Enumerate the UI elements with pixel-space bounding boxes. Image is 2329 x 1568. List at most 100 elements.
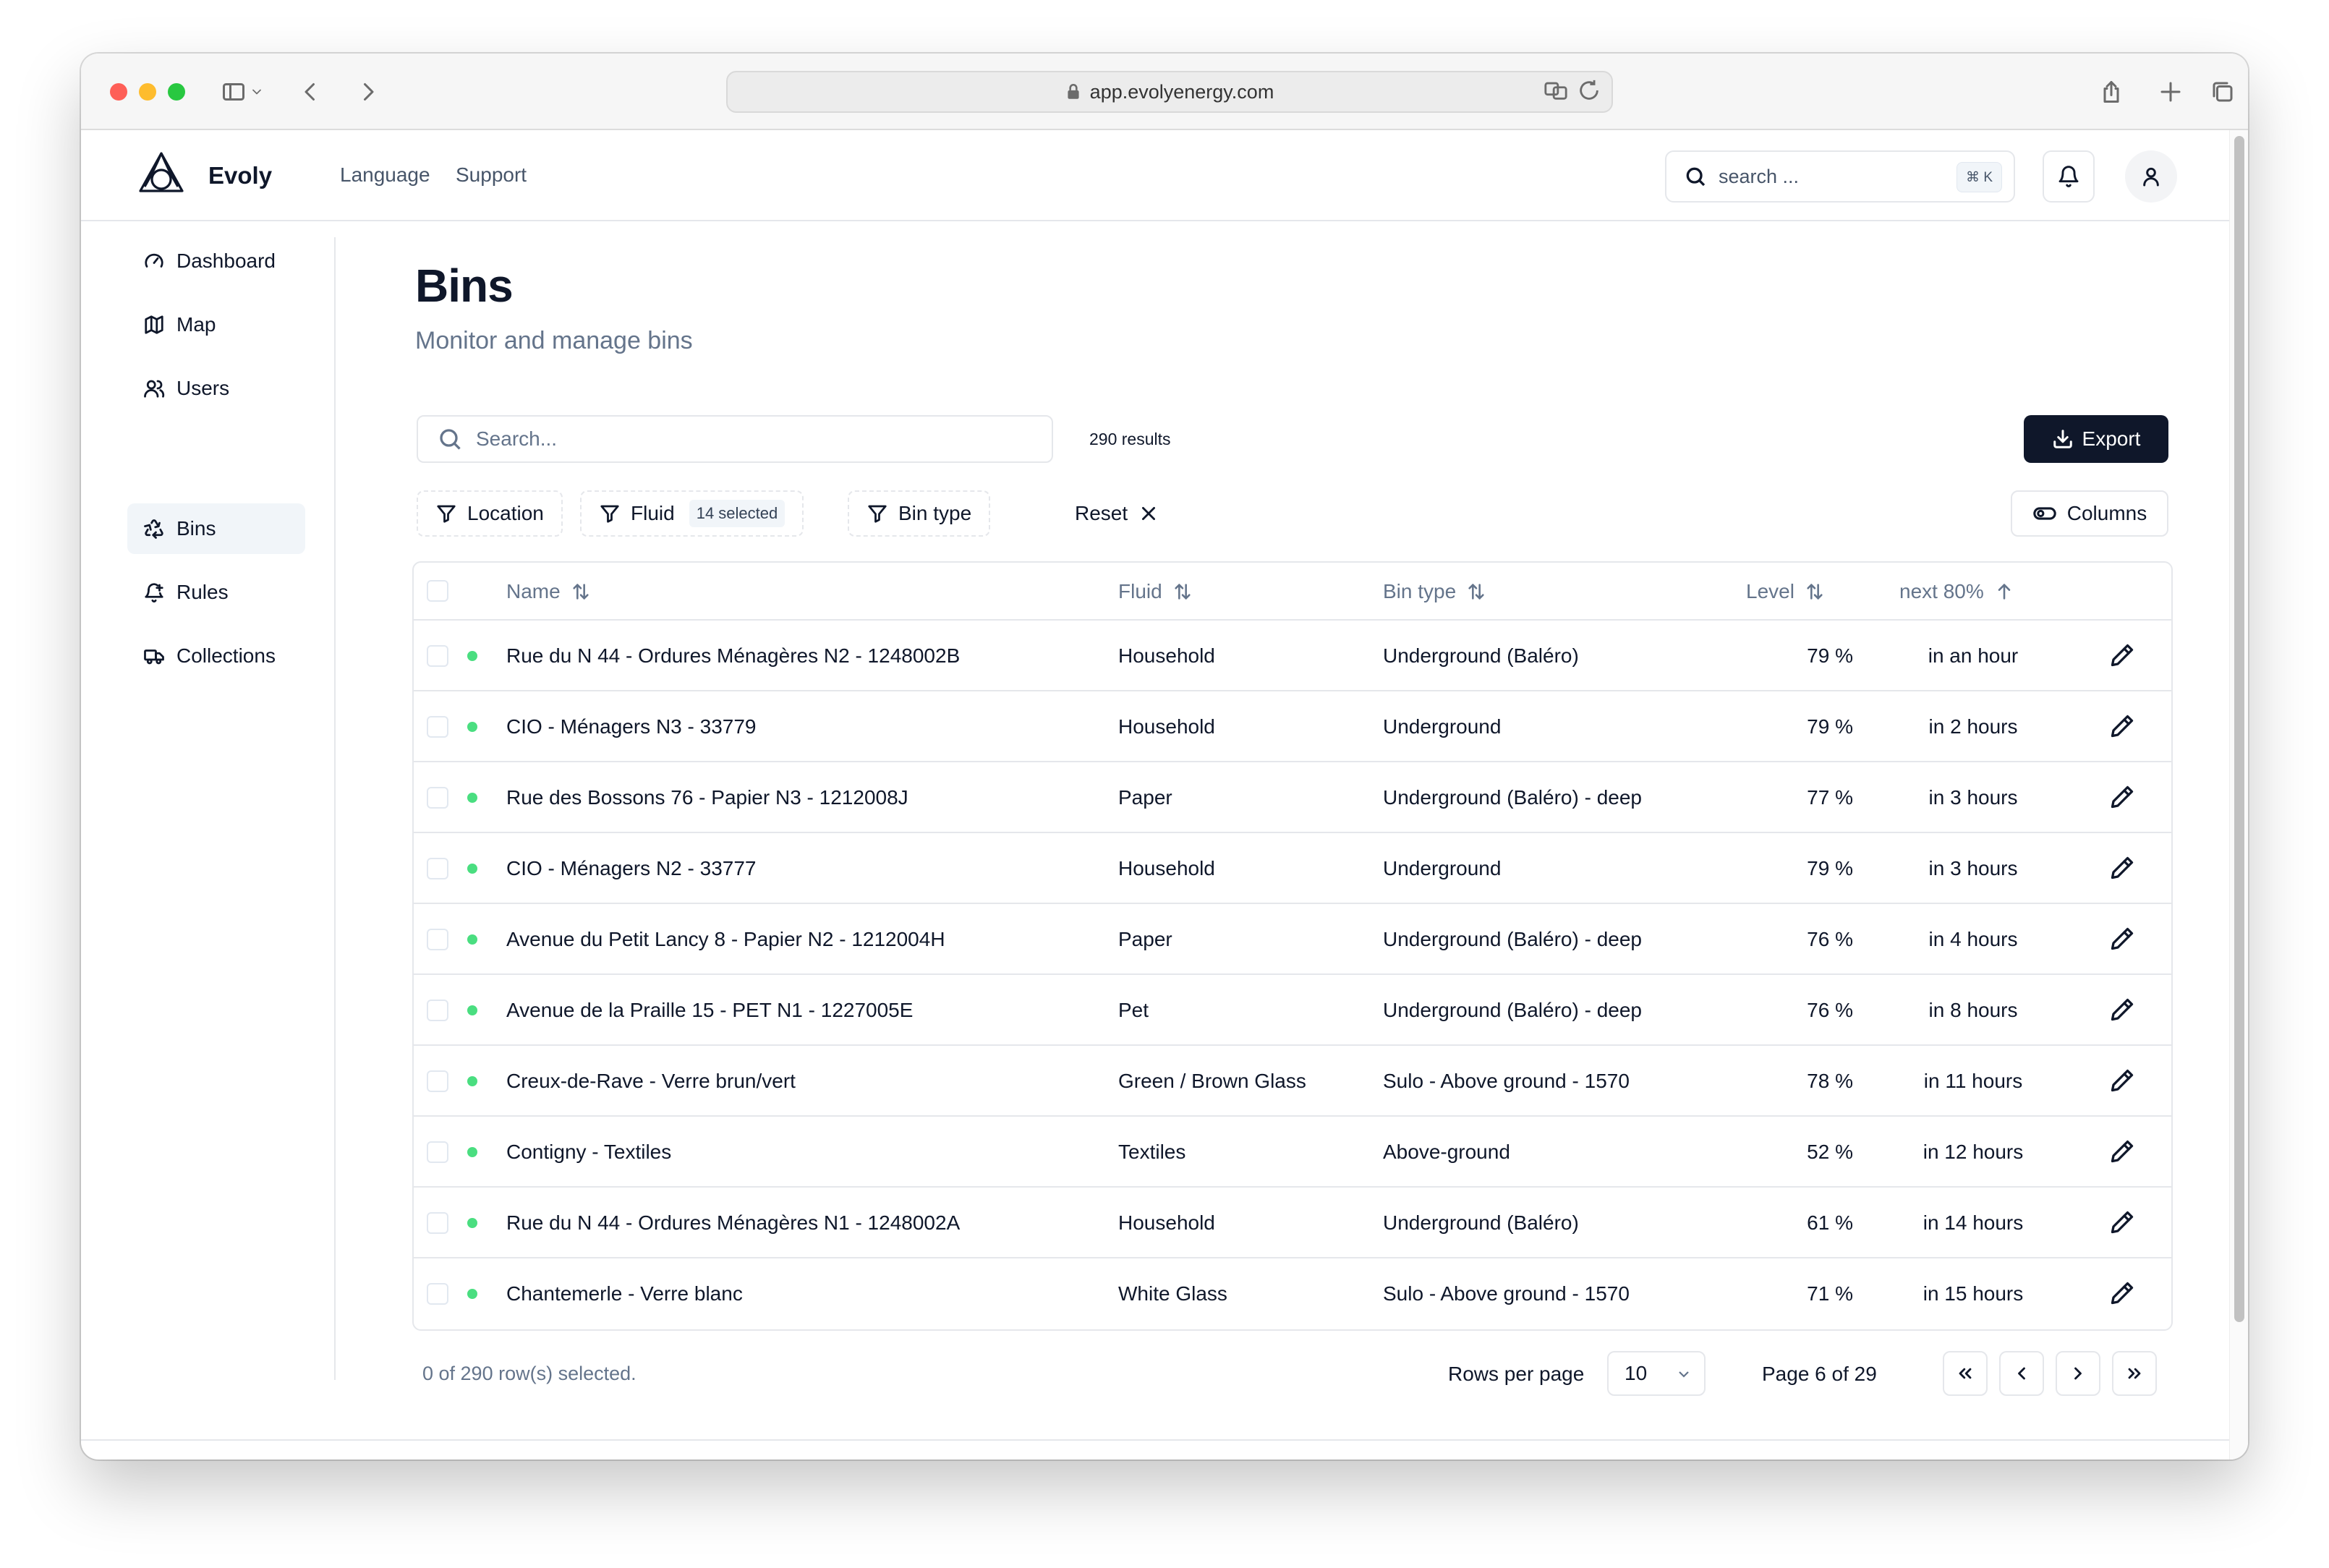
bin-name-cell[interactable]: Rue du N 44 - Ordures Ménagères N2 - 124… [506,621,960,691]
fluid-filter-button[interactable]: Fluid 14 selected [580,490,804,537]
bin-type-column-header[interactable]: Bin type [1383,563,1486,621]
row-checkbox[interactable] [427,787,448,809]
next-80-cell: in 11 hours [1923,1070,2023,1092]
edit-icon[interactable] [2109,642,2135,668]
last-page-button[interactable] [2112,1351,2157,1396]
sidebar-item-map[interactable]: Map [127,299,305,350]
row-checkbox[interactable] [427,929,448,950]
user-icon [2143,167,2159,187]
global-search-input[interactable]: search ... ⌘ K [1665,150,2015,203]
row-checkbox[interactable] [427,1070,448,1092]
bin-name-cell[interactable]: Contigny - Textiles [506,1117,671,1188]
back-icon[interactable] [291,72,330,111]
table-row[interactable]: Creux-de-Rave - Verre brun/vert Green / B… [414,1046,2171,1117]
sidebar-item-label: Users [176,377,230,399]
page-bottom-divider [81,1439,2229,1441]
next-80-cell: in an hour [1928,644,2019,667]
fluid-cell: Household [1118,715,1215,738]
reload-icon[interactable] [1577,78,1601,103]
row-checkbox[interactable] [427,1000,448,1021]
sidebar-item-dashboard[interactable]: Dashboard [127,236,305,286]
notifications-button[interactable] [2043,150,2095,203]
edit-icon[interactable] [2109,784,2135,810]
user-avatar-button[interactable] [2125,150,2177,203]
sort-icon [1807,584,1823,600]
edit-icon[interactable] [2109,1138,2135,1164]
edit-icon[interactable] [2109,855,2135,881]
sidebar-item-collections[interactable]: Collections [127,631,305,681]
table-row[interactable]: CIO - Ménagers N2 - 33777 Household Underg… [414,833,2171,904]
fluid-cell: White Glass [1118,1282,1227,1305]
row-checkbox[interactable] [427,1283,448,1305]
share-icon[interactable] [2092,72,2131,111]
sidebar-item-users[interactable]: Users [127,363,305,414]
columns-button[interactable]: Columns [2011,490,2168,537]
table-row[interactable]: Rue du N 44 - Ordures Ménagères N2 - 124… [414,621,2171,691]
location-filter-button[interactable]: Location [417,490,563,537]
minimize-window-button[interactable] [139,83,156,101]
nav-support-link[interactable]: Support [456,163,527,187]
export-button[interactable]: Export [2024,415,2168,463]
bin-name-cell[interactable]: Avenue de la Praille 15 - PET N1 - 12270… [506,975,913,1046]
bin-name-cell[interactable]: CIO - Ménagers N2 - 33777 [506,833,757,904]
table-row[interactable]: Contigny - Textiles Textiles Above-ground 5… [414,1117,2171,1188]
edit-icon[interactable] [2109,926,2135,952]
close-window-button[interactable] [110,83,127,101]
bin-name-cell[interactable]: Chantemerle - Verre blanc [506,1258,743,1329]
bin-name-cell[interactable]: CIO - Ménagers N3 - 33779 [506,691,757,762]
table-row[interactable]: Avenue de la Praille 15 - PET N1 - 12270… [414,975,2171,1046]
bin-type-filter-button[interactable]: Bin type [848,490,991,537]
scrollbar-thumb[interactable] [2234,136,2244,1322]
row-checkbox[interactable] [427,716,448,738]
edit-icon[interactable] [2109,997,2135,1023]
level-column-header[interactable]: Level [1746,563,1825,621]
chevron-down-icon[interactable] [246,72,268,111]
select-all-checkbox[interactable] [427,580,448,602]
sort-icon [573,584,589,600]
row-checkbox[interactable] [427,645,448,667]
first-page-button[interactable] [1943,1351,1988,1396]
bin-name-cell[interactable]: Rue des Bossons 76 - Papier N3 - 1212008… [506,762,908,833]
nav-language-link[interactable]: Language [340,163,430,187]
status-dot [467,1147,477,1157]
name-column-header[interactable]: Name [506,563,591,621]
previous-page-button[interactable] [1999,1351,2044,1396]
row-checkbox[interactable] [427,858,448,879]
filter-icon [437,505,456,523]
search-icon [1686,167,1706,187]
bin-name-cell[interactable]: Rue du N 44 - Ordures Ménagères N1 - 124… [506,1188,960,1258]
sidebar-item-bins[interactable]: Bins [127,503,305,554]
page-scrollbar[interactable] [2229,130,2248,1460]
reset-label: Reset [1075,502,1128,524]
next-page-button[interactable] [2056,1351,2100,1396]
table-row[interactable]: Rue des Bossons 76 - Papier N3 - 1212008… [414,762,2171,833]
column-label: Fluid [1118,580,1162,602]
tab-overview-icon[interactable] [2203,72,2242,111]
bins-search-input[interactable]: Search... [417,415,1053,463]
edit-icon[interactable] [2109,1280,2135,1306]
edit-icon[interactable] [2109,1209,2135,1235]
reset-filters-button[interactable]: Reset [1062,490,1171,537]
zoom-window-button[interactable] [168,83,185,101]
table-row[interactable]: Chantemerle - Verre blanc White Glass Sulo… [414,1258,2171,1329]
edit-icon[interactable] [2109,1068,2135,1094]
sidebar-item-label: Rules [176,581,229,603]
fluid-column-header[interactable]: Fluid [1118,563,1193,621]
table-row[interactable]: Rue du N 44 - Ordures Ménagères N1 - 124… [414,1188,2171,1258]
sidebar-item-rules[interactable]: Rules [127,567,305,618]
bins-table: Name Fluid Bin type Level next 80% Rue d… [412,561,2173,1331]
next-80-column-header[interactable]: next 80% [1899,563,2014,621]
edit-icon[interactable] [2109,713,2135,739]
level-cell: 61 % [1807,1211,1853,1234]
forward-icon[interactable] [349,72,388,111]
row-checkbox[interactable] [427,1141,448,1163]
rows-per-page-select[interactable]: 10 [1607,1351,1706,1396]
row-checkbox[interactable] [427,1212,448,1234]
translate-icon[interactable] [1544,78,1568,103]
table-row[interactable]: CIO - Ménagers N3 - 33779 Household Underg… [414,691,2171,762]
bin-name-cell[interactable]: Avenue du Petit Lancy 8 - Papier N2 - 12… [506,904,945,975]
table-row[interactable]: Avenue du Petit Lancy 8 - Papier N2 - 12… [414,904,2171,975]
address-bar[interactable]: app.evolyenergy.com [726,71,1613,113]
new-tab-icon[interactable] [2151,72,2190,111]
bin-name-cell[interactable]: Creux-de-Rave - Verre brun/vert [506,1046,796,1117]
